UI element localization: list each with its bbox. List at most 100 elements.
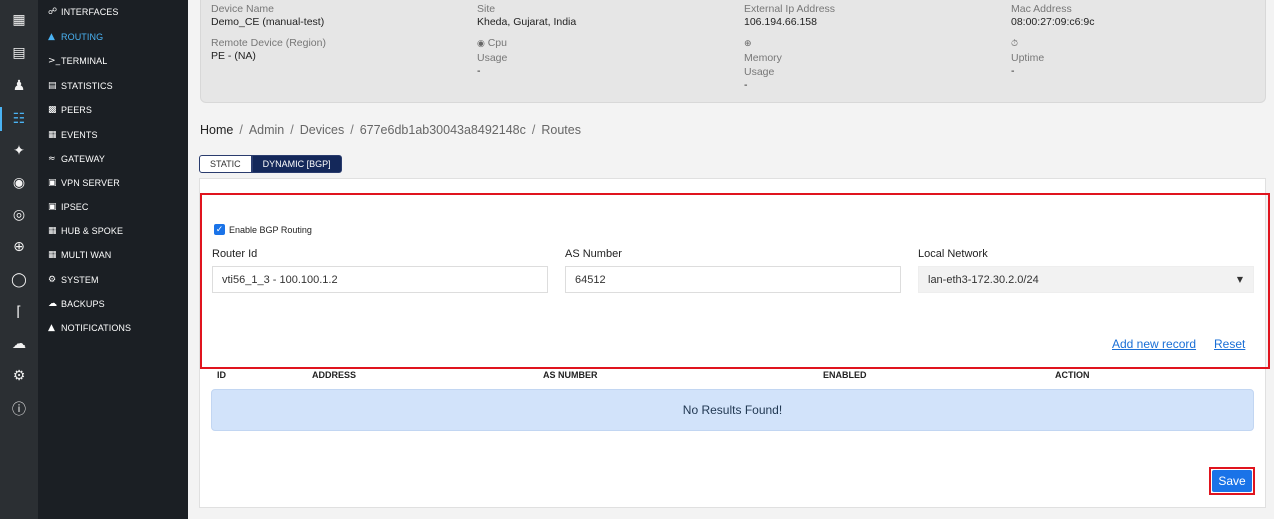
submenu-item-gateway[interactable]: ≈ GATEWAY	[48, 151, 105, 167]
routing-tabs: STATIC DYNAMIC [BGP]	[199, 155, 342, 173]
local-network-select[interactable]: lan-eth3-172.30.2.0/24 ▼	[918, 266, 1254, 293]
cloud-icon[interactable]: ☁	[0, 332, 38, 356]
submenu-item-label: HUB & SPOKE	[61, 226, 124, 236]
submenu-item-peers[interactable]: ▩ PEERS	[48, 102, 92, 118]
add-new-record-link[interactable]: Add new record	[1112, 337, 1196, 351]
bell-icon: ▲	[48, 323, 56, 333]
submenu-item-vpn-server[interactable]: ▣ VPN SERVER	[48, 175, 120, 191]
bar-chart-icon: ▤	[48, 81, 57, 91]
submenu-item-routing[interactable]: ▲ ROUTING	[48, 29, 103, 45]
cloud-upload-icon: ☁	[48, 299, 58, 309]
reset-link[interactable]: Reset	[1214, 337, 1245, 351]
mac-label: Mac Address	[1011, 3, 1072, 15]
save-button[interactable]: Save	[1212, 470, 1252, 492]
uptime-label: Uptime	[1011, 52, 1045, 64]
device-info-panel: Device Name Demo_CE (manual-test) Remote…	[200, 0, 1266, 103]
local-network-value: lan-eth3-172.30.2.0/24	[928, 273, 1039, 286]
submenu-item-label: GATEWAY	[61, 154, 106, 164]
enable-bgp-checkbox[interactable]: ✓	[214, 224, 225, 235]
submenu-item-interfaces[interactable]: ☍ INTERFACES	[48, 4, 119, 20]
submenu-item-notifications[interactable]: ▲ NOTIFICATIONS	[48, 320, 131, 336]
wifi-icon: ≈	[48, 154, 56, 164]
router-id-label: Router Id	[212, 248, 258, 260]
submenu-item-system[interactable]: ⚙ SYSTEM	[48, 272, 99, 288]
submenu-item-label: VPN SERVER	[61, 178, 120, 188]
breadcrumb-device-id[interactable]: 677e6db1ab30043a8492148c	[360, 123, 526, 137]
remote-device-value: PE - (NA)	[211, 50, 256, 62]
info-icon[interactable]: ⓘ	[0, 397, 38, 421]
store-icon[interactable]: ▤	[0, 41, 38, 65]
hub-icon: ▦	[48, 226, 57, 236]
globe-icon[interactable]: ◯	[0, 268, 38, 292]
external-ip-value: 106.194.66.158	[744, 16, 817, 28]
device-submenu: ☍ INTERFACES ▲ ROUTING >_ TERMINAL ▤ STATIST…	[38, 0, 188, 519]
lock-icon: ▣	[48, 202, 57, 212]
mac-value: 08:00:27:09:c6:9c	[1011, 16, 1095, 28]
breadcrumb-admin[interactable]: Admin	[249, 123, 284, 137]
device-name-label: Device Name	[211, 3, 275, 15]
submenu-item-label: MULTI WAN	[61, 250, 112, 260]
submenu-item-label: SYSTEM	[61, 275, 99, 285]
memory-icon-row: ⊕	[744, 36, 835, 51]
cpu-label: Cpu	[487, 37, 507, 49]
column-header-id: ID	[217, 370, 226, 380]
gear-icon[interactable]: ⚙	[0, 364, 38, 388]
router-id-input[interactable]: vti56_1_3 - 100.100.1.2	[212, 266, 548, 293]
breadcrumb-home[interactable]: Home	[200, 123, 233, 137]
submenu-item-multi-wan[interactable]: ▦ MULTI WAN	[48, 247, 111, 263]
remote-device-label: Remote Device (Region)	[211, 37, 326, 49]
tab-static[interactable]: STATIC	[199, 155, 252, 173]
target-icon[interactable]: ◎	[0, 203, 38, 227]
as-number-label: AS Number	[565, 248, 622, 260]
terminal-icon: >_	[48, 56, 61, 66]
enable-bgp-row: ✓ Enable BGP Routing	[214, 224, 312, 235]
submenu-item-label: INTERFACES	[61, 7, 119, 17]
submenu-item-hub-spoke[interactable]: ▦ HUB & SPOKE	[48, 223, 123, 239]
submenu-item-terminal[interactable]: >_ TERMINAL	[48, 53, 107, 69]
save-button-highlight: Save	[1209, 467, 1255, 495]
breadcrumb-separator: /	[350, 123, 354, 137]
router-icon[interactable]: ☷	[0, 107, 38, 131]
site-block: Site Kheda, Gujarat, India ◉ Cpu Usage -	[477, 2, 576, 78]
antenna-icon[interactable]: ⌈	[0, 300, 38, 324]
breadcrumb-separator: /	[290, 123, 294, 137]
users-icon[interactable]: ♟	[0, 74, 38, 98]
submenu-item-label: TERMINAL	[61, 56, 108, 66]
submenu-item-label: STATISTICS	[61, 81, 113, 91]
bgp-card: ✓ Enable BGP Routing Router Id vti56_1_3…	[199, 178, 1270, 508]
enable-bgp-label: Enable BGP Routing	[229, 224, 312, 235]
as-number-input[interactable]: 64512	[565, 266, 901, 293]
submenu-item-ipsec[interactable]: ▣ IPSEC	[48, 199, 89, 215]
crosshair-icon[interactable]: ⊕	[0, 235, 38, 259]
grid-icon[interactable]: ▦	[0, 8, 38, 32]
column-header-enabled: ENABLED	[823, 370, 867, 380]
cpu-usage-value: -	[477, 65, 481, 77]
routing-icon: ▲	[48, 32, 56, 42]
tab-dynamic-bgp[interactable]: DYNAMIC [BGP]	[251, 155, 342, 173]
icon-rail: ▦ ▤ ♟ ☷ ✦ ◉ ◎ ⊕ ◯ ⌈ ☁ ⚙ ⓘ	[0, 0, 38, 519]
peers-icon: ▩	[48, 105, 57, 115]
memory-usage-value: -	[744, 79, 748, 91]
breadcrumb: Home / Admin / Devices / 677e6db1ab30043a84921…	[200, 123, 581, 137]
submenu-item-label: ROUTING	[61, 32, 104, 42]
column-header-action: ACTION	[1055, 370, 1090, 380]
submenu-item-backups[interactable]: ☁ BACKUPS	[48, 296, 105, 312]
submenu-item-label: EVENTS	[61, 130, 98, 140]
caret-down-icon: ▼	[1236, 275, 1243, 284]
router-id-value: vti56_1_3 - 100.100.1.2	[222, 273, 338, 286]
mac-block: Mac Address 08:00:27:09:c6:9c ⏱ Uptime -	[1011, 2, 1094, 78]
submenu-item-statistics[interactable]: ▤ STATISTICS	[48, 78, 113, 94]
bgp-form-highlight: ✓ Enable BGP Routing Router Id vti56_1_3…	[200, 193, 1270, 369]
uptime-value: -	[1011, 65, 1015, 77]
breadcrumb-separator: /	[239, 123, 243, 137]
breadcrumb-devices[interactable]: Devices	[300, 123, 344, 137]
as-number-value: 64512	[575, 273, 606, 286]
column-header-address: ADDRESS	[312, 370, 357, 380]
site-label: Site	[477, 3, 496, 15]
network-icon[interactable]: ✦	[0, 139, 38, 163]
radar-icon[interactable]: ◉	[0, 171, 38, 195]
submenu-item-events[interactable]: ▦ EVENTS	[48, 127, 98, 143]
submenu-item-label: PEERS	[61, 105, 93, 115]
external-ip-block: External Ip Address 106.194.66.158 ⊕ Mem…	[744, 2, 835, 92]
submenu-item-label: NOTIFICATIONS	[61, 323, 132, 333]
